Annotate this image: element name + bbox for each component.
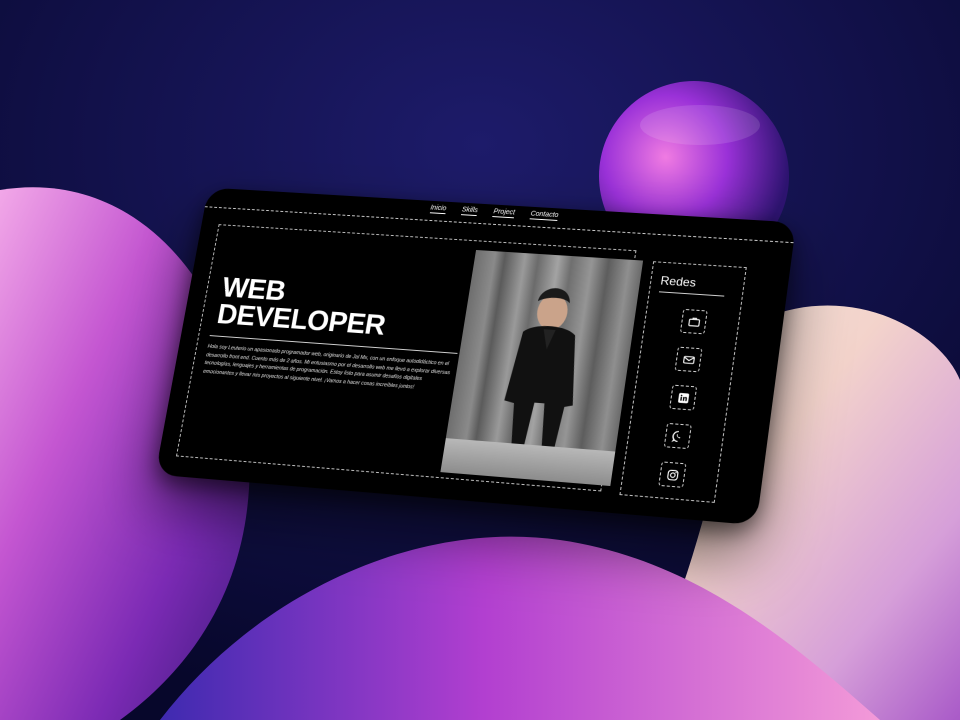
nav-item-project[interactable]: Project bbox=[492, 208, 516, 219]
social-title: Redes bbox=[659, 273, 697, 290]
linkedin-icon bbox=[677, 392, 689, 403]
mail-icon bbox=[681, 352, 696, 366]
linkedin-button[interactable] bbox=[669, 384, 698, 411]
briefcase-icon bbox=[686, 315, 701, 329]
nav-item-skills[interactable]: Skills bbox=[461, 206, 479, 217]
hero-title: WEB DEVELOPER bbox=[215, 272, 392, 341]
nav-item-inicio[interactable]: Inicio bbox=[429, 204, 447, 215]
nav-item-contacto[interactable]: Contacto bbox=[529, 210, 559, 221]
instagram-icon bbox=[665, 467, 680, 481]
portfolio-website-card: Inicio Skills Project Contacto WEB DEVEL… bbox=[155, 187, 797, 526]
whatsapp-button[interactable] bbox=[663, 422, 692, 450]
profile-photo bbox=[440, 249, 644, 487]
whatsapp-icon bbox=[670, 429, 685, 443]
mail-button[interactable] bbox=[674, 346, 703, 373]
briefcase-button[interactable] bbox=[679, 308, 708, 335]
instagram-button[interactable] bbox=[658, 461, 687, 488]
